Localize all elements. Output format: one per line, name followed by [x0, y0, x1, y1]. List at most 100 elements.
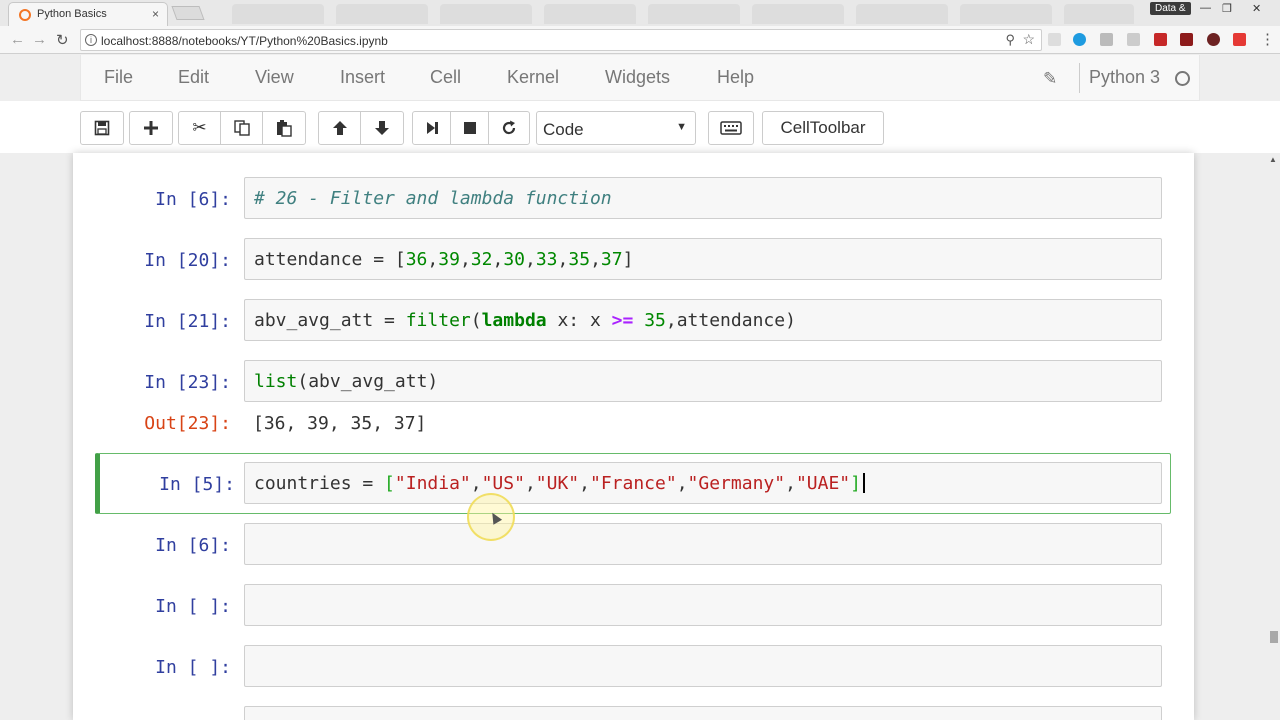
code-input-area[interactable]: [244, 523, 1162, 565]
code-cell[interactable]: In [21]: abv_avg_att = filter(lambda x: …: [95, 299, 1171, 343]
code-cell-selected[interactable]: In [5]: countries = ["India","US","UK","…: [95, 453, 1171, 514]
tab-close-icon[interactable]: ×: [152, 7, 159, 21]
celltoolbar-button[interactable]: CellToolbar: [762, 111, 884, 145]
kernel-idle-indicator-icon: [1175, 71, 1190, 86]
code-input-area[interactable]: list(abv_avg_att): [244, 360, 1162, 402]
cell-type-select[interactable]: Code ▼: [536, 111, 696, 145]
background-tab[interactable]: [1064, 4, 1134, 24]
insert-cell-button[interactable]: [130, 112, 172, 144]
extension-icon[interactable]: [1100, 33, 1113, 46]
code-input-area[interactable]: [244, 645, 1162, 687]
extension-icon[interactable]: [1127, 33, 1140, 46]
input-prompt: In [6]:: [155, 189, 231, 210]
move-down-button[interactable]: [361, 112, 403, 144]
command-palette-button[interactable]: [708, 111, 754, 145]
back-icon[interactable]: ←: [10, 31, 25, 48]
save-icon: [94, 120, 110, 136]
bookmark-star-icon[interactable]: ☆: [1022, 31, 1035, 48]
plus-icon: [144, 121, 158, 135]
code-line: # 26 - Filter and lambda function: [254, 188, 612, 209]
browser-urlbar: ← → ↻ i localhost:8888/notebooks/YT/Pyth…: [0, 26, 1280, 54]
menu-insert[interactable]: Insert: [340, 67, 385, 88]
background-tab[interactable]: [544, 4, 636, 24]
minimize-icon[interactable]: —: [1200, 2, 1211, 14]
code-input-area[interactable]: [244, 584, 1162, 626]
browser-tabbar: Python Basics × Data & — ❐ ✕: [0, 0, 1280, 26]
background-tab[interactable]: [752, 4, 844, 24]
scroll-up-icon[interactable]: ▲: [1269, 155, 1277, 164]
extension-icon[interactable]: [1048, 33, 1061, 46]
cut-button[interactable]: ✂: [179, 112, 221, 144]
background-tab[interactable]: [232, 4, 324, 24]
menu-edit[interactable]: Edit: [178, 67, 209, 88]
code-cell[interactable]: In [6]: # 26 - Filter and lambda functio…: [95, 177, 1171, 221]
code-input-area[interactable]: attendance = [36,39,32,30,33,35,37]: [244, 238, 1162, 280]
restart-button[interactable]: [489, 112, 529, 144]
background-tab[interactable]: [336, 4, 428, 24]
background-tab[interactable]: [856, 4, 948, 24]
code-line: attendance = [36,39,32,30,33,35,37]: [254, 249, 634, 270]
toolbar-group-run: [412, 111, 530, 145]
input-prompt: In [ ]:: [155, 596, 231, 617]
browser-tab-active[interactable]: Python Basics ×: [8, 2, 168, 26]
menu-help[interactable]: Help: [717, 67, 754, 88]
code-cell[interactable]: In [20]: attendance = [36,39,32,30,33,35…: [95, 238, 1171, 282]
window-close-icon[interactable]: ✕: [1252, 2, 1261, 15]
run-button[interactable]: [413, 112, 451, 144]
background-tab[interactable]: [648, 4, 740, 24]
reload-icon[interactable]: ↻: [56, 31, 69, 49]
zoom-icon[interactable]: ⚲: [1005, 32, 1015, 48]
menu-cell[interactable]: Cell: [430, 67, 461, 88]
background-tab[interactable]: [960, 4, 1052, 24]
page-scrollbar[interactable]: ▲: [1266, 153, 1280, 720]
code-cell[interactable]: In [ ]:: [95, 584, 1171, 628]
pencil-icon[interactable]: ✎: [1043, 69, 1057, 89]
site-info-icon[interactable]: i: [85, 34, 97, 46]
extension-icon[interactable]: [1180, 33, 1193, 46]
menu-view[interactable]: View: [255, 67, 294, 88]
extension-icon[interactable]: [1233, 33, 1246, 46]
stop-icon: [463, 122, 476, 134]
code-input-area[interactable]: countries = ["India","US","UK","France",…: [244, 462, 1162, 504]
extension-icon[interactable]: [1154, 33, 1167, 46]
copy-button[interactable]: [221, 112, 263, 144]
skype-extension-icon[interactable]: [1073, 33, 1086, 46]
background-tab[interactable]: [440, 4, 532, 24]
code-input-area[interactable]: [244, 706, 1162, 720]
move-up-button[interactable]: [319, 112, 361, 144]
code-line: abv_avg_att = filter(lambda x: x >= 35,a…: [254, 310, 796, 331]
kernel-divider: [1079, 63, 1080, 93]
toolbar-group-save: [80, 111, 124, 145]
menu-kernel[interactable]: Kernel: [507, 67, 559, 88]
paste-button[interactable]: [263, 112, 305, 144]
keyboard-icon: [720, 121, 742, 135]
code-cell[interactable]: In [23]: list(abv_avg_att) Out[23]: [36,…: [95, 360, 1171, 444]
step-forward-icon: [426, 122, 438, 134]
forward-icon[interactable]: →: [32, 31, 47, 48]
scrollbar-thumb[interactable]: [1270, 631, 1278, 643]
new-tab-button[interactable]: [171, 6, 205, 20]
url-text[interactable]: localhost:8888/notebooks/YT/Python%20Bas…: [101, 34, 388, 48]
code-cell[interactable]: In [6]:: [95, 523, 1171, 567]
browser-menu-icon[interactable]: ⋮: [1260, 30, 1275, 48]
code-input-area[interactable]: abv_avg_att = filter(lambda x: x >= 35,a…: [244, 299, 1162, 341]
code-cell[interactable]: In [ ]:: [95, 645, 1171, 689]
code-cell[interactable]: [95, 706, 1171, 720]
kernel-name[interactable]: Python 3: [1089, 67, 1160, 88]
menu-widgets[interactable]: Widgets: [605, 67, 670, 88]
input-prompt: In [5]:: [159, 474, 235, 495]
interrupt-button[interactable]: [451, 112, 489, 144]
address-bar[interactable]: i localhost:8888/notebooks/YT/Python%20B…: [80, 29, 1042, 51]
cut-icon: ✂: [192, 118, 207, 137]
toolbar-group-move: [318, 111, 404, 145]
paste-icon: [277, 120, 292, 137]
jupyter-toolbar: ✂ Code ▼ CellToolbar: [0, 101, 1280, 153]
code-input-area[interactable]: # 26 - Filter and lambda function: [244, 177, 1162, 219]
menu-file[interactable]: File: [104, 67, 133, 88]
window-profile-label[interactable]: Data &: [1150, 2, 1191, 15]
restore-icon[interactable]: ❐: [1222, 2, 1232, 15]
copy-icon: [233, 120, 250, 136]
cell-type-value: Code: [543, 120, 584, 139]
extension-icon[interactable]: [1207, 33, 1220, 46]
save-button[interactable]: [81, 112, 123, 144]
